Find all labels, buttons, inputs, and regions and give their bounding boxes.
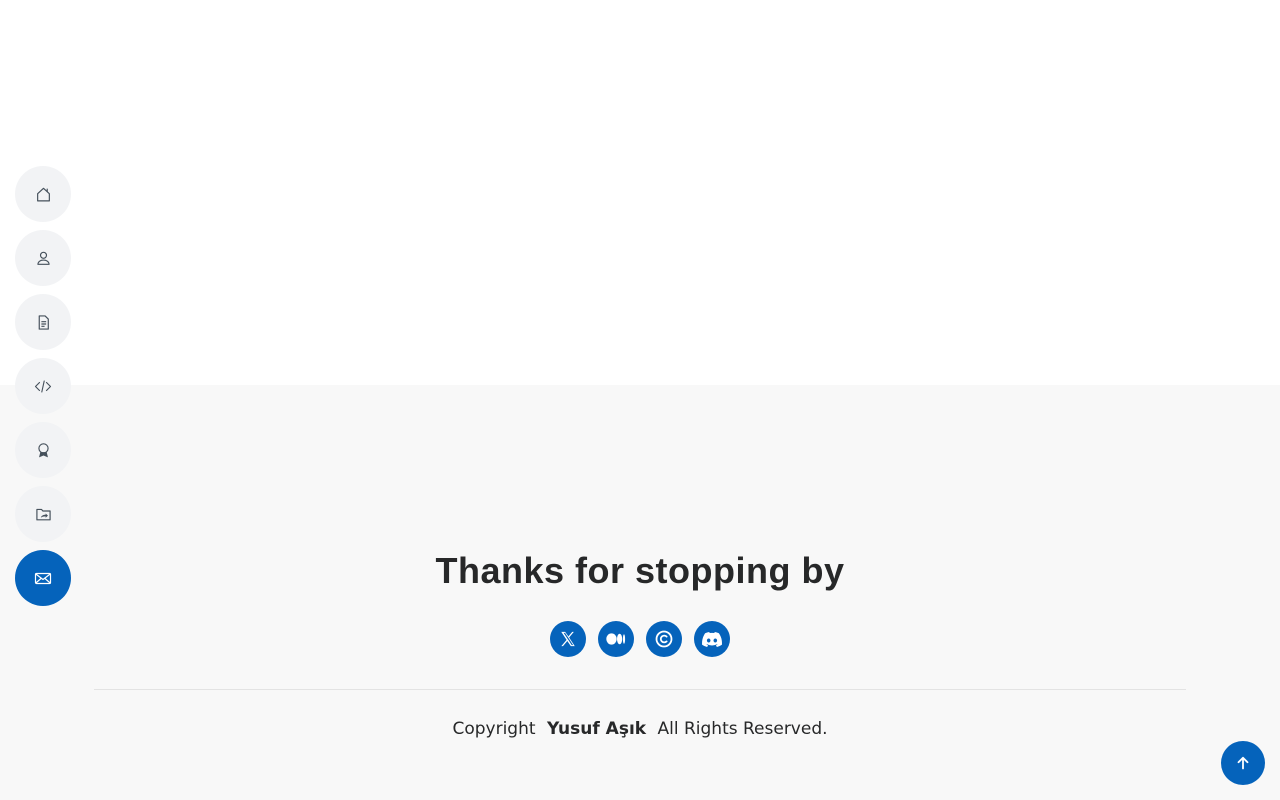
x-twitter-icon (561, 631, 575, 647)
nav-item-contact[interactable] (15, 550, 71, 606)
file-text-icon (38, 314, 49, 330)
footer-divider (94, 689, 1186, 690)
nav-item-certificates[interactable] (15, 422, 71, 478)
nav-item-resume[interactable] (15, 294, 71, 350)
discord-link[interactable] (694, 621, 730, 657)
nav-item-skills[interactable] (15, 358, 71, 414)
copyright: Copyright Yusuf Aşık All Rights Reserved… (0, 719, 1280, 739)
c-circle-link[interactable] (646, 621, 682, 657)
medium-link[interactable] (598, 621, 634, 657)
arrow-up-icon (1237, 756, 1249, 770)
back-to-top-button[interactable] (1221, 741, 1265, 785)
hero-section (0, 0, 1280, 385)
code-icon (34, 379, 52, 393)
copyright-suffix: All Rights Reserved. (657, 719, 828, 739)
x-twitter-link[interactable] (550, 621, 586, 657)
award-icon (37, 442, 49, 457)
nav-item-portfolio[interactable] (15, 486, 71, 542)
discord-icon (702, 631, 722, 647)
copyright-prefix: Copyright (452, 719, 536, 739)
c-circle-icon (655, 630, 673, 648)
folder-symlink-icon (35, 508, 51, 520)
footer-title: Thanks for stopping by (435, 550, 845, 591)
envelope-icon (34, 572, 52, 584)
footer: Thanks for stopping by Copyright Yusuf A… (0, 385, 1280, 800)
medium-icon (606, 633, 626, 645)
copyright-owner: Yusuf Aşık (546, 719, 647, 739)
nav-item-about[interactable] (15, 230, 71, 286)
side-nav (15, 166, 71, 606)
social-links (0, 621, 1280, 657)
person-icon (36, 251, 50, 265)
nav-item-home[interactable] (15, 166, 71, 222)
house-icon (36, 187, 50, 201)
